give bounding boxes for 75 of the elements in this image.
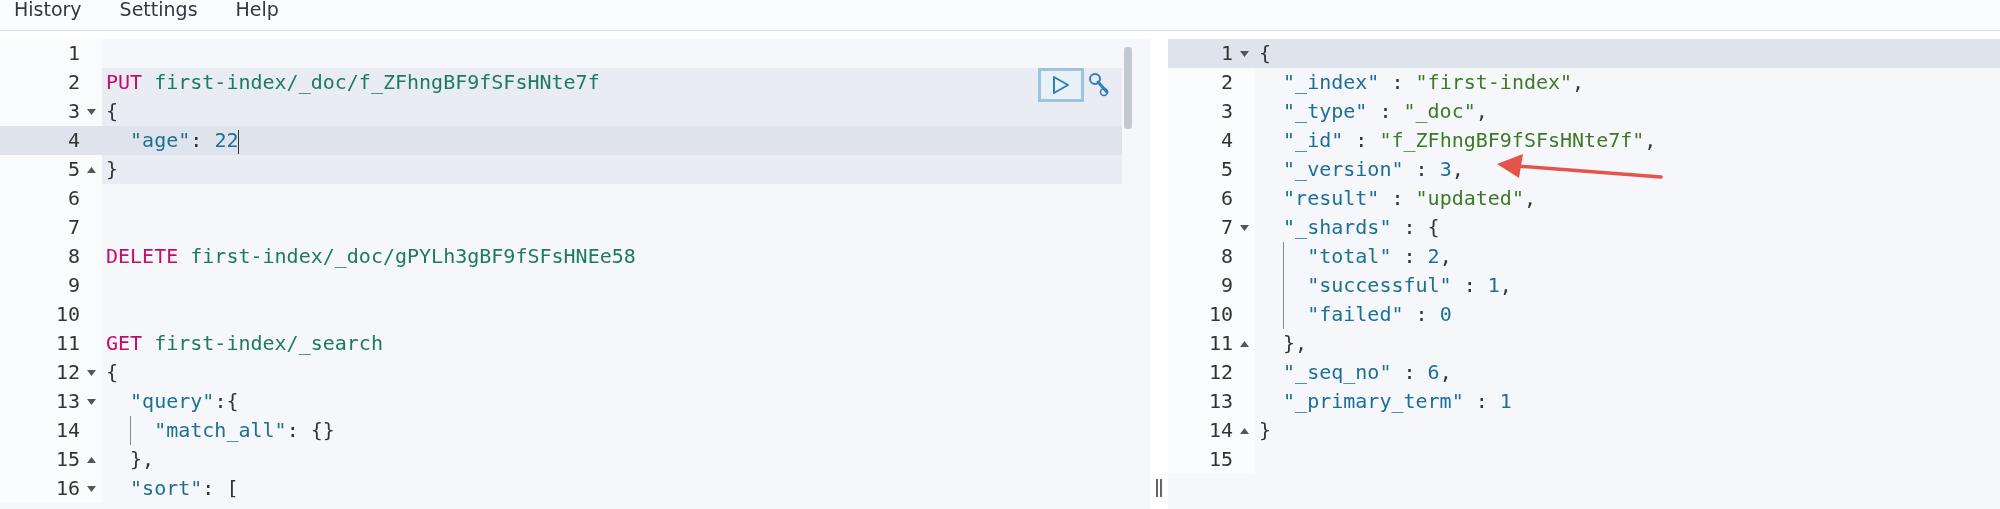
code-line: DELETE first-index/_doc/gPYLh3gBF9fSFsHNEe58 [106,244,636,268]
line-number: 11 [55,330,80,357]
fold-caret-icon[interactable] [86,369,96,376]
code-line: "match_all": {} [153,418,335,442]
line-number: 8 [67,243,80,270]
line-number: 4 [1220,127,1233,154]
line-number: 6 [1220,185,1233,212]
line-number: 1 [1220,40,1233,67]
run-button[interactable] [1038,68,1084,102]
line-number: 7 [1220,214,1233,241]
code-line: PUT first-index/_doc/f_ZFhngBF9fSFsHNte7f [106,70,600,94]
line-number: 16 [55,475,80,502]
line-number: 1 [67,40,80,67]
menu-item[interactable]: Settings [119,0,198,18]
line-number: 13 [55,388,80,415]
fold-caret-icon[interactable] [86,456,96,463]
code-line: { [1259,41,1272,65]
settings-button[interactable] [1088,72,1110,98]
fold-caret-icon[interactable] [1239,224,1249,231]
code-line: "total" : 2, [1306,244,1452,268]
line-number: 6 [67,185,80,212]
line-number: 9 [1220,272,1233,299]
line-number: 15 [1208,446,1233,473]
line-number: 13 [1208,388,1233,415]
line-number: 3 [67,98,80,125]
scrollbar-thumb[interactable] [1124,47,1132,129]
line-number: 12 [55,359,80,386]
resize-handle-icon[interactable] [1155,479,1163,497]
code-line: { [106,99,119,123]
fold-caret-icon[interactable] [86,485,96,492]
line-number: 10 [1208,301,1233,328]
menu-item[interactable]: Help [235,0,279,18]
code-line: "successful" : 1, [1306,273,1512,297]
line-number: 3 [1220,98,1233,125]
code-line: "age": 22 [129,128,240,152]
fold-caret-icon[interactable] [86,166,96,173]
line-number: 8 [1220,243,1233,270]
code-line: }, [129,447,155,471]
code-line: "_id" : "f_ZFhngBF9fSFsHNte7f", [1282,128,1657,152]
fold-caret-icon[interactable] [1239,427,1249,434]
code-line: GET first-index/_search [106,331,383,355]
code-line: } [106,157,119,181]
code-line: "_index" : "first-index", [1282,70,1585,94]
wrench-icon [1088,72,1110,98]
fold-caret-icon[interactable] [86,108,96,115]
line-number: 15 [55,446,80,473]
line-number: 11 [1208,330,1233,357]
code-line: } [1259,418,1272,442]
line-number: 4 [67,127,80,154]
code-line: "_type" : "_doc", [1282,99,1488,123]
code-line: "failed" : 0 [1306,302,1452,326]
line-number: 2 [67,69,80,96]
code-line: "result" : "updated", [1282,186,1536,210]
play-icon [1052,75,1070,95]
line-number: 12 [1208,359,1233,386]
code-line: "_seq_no" : 6, [1282,360,1452,384]
line-number: 14 [1208,417,1233,444]
code-line: "_primary_term" : 1 [1282,389,1512,413]
code-line: "_shards" : { [1282,215,1440,239]
code-line: "_version" : 3, [1282,157,1464,181]
line-number: 2 [1220,69,1233,96]
line-number: 5 [1220,156,1233,183]
code-line: "query":{ [129,389,239,413]
code-line: }, [1282,331,1308,355]
line-number: 7 [67,214,80,241]
line-number: 14 [55,417,80,444]
fold-caret-icon[interactable] [1239,340,1249,347]
line-number: 10 [55,301,80,328]
menu-item[interactable]: History [14,0,82,18]
code-line: "sort": [ [129,476,239,500]
line-number: 9 [67,272,80,299]
fold-caret-icon[interactable] [1239,50,1249,57]
line-number: 5 [67,156,80,183]
code-line: { [106,360,119,384]
fold-caret-icon[interactable] [86,398,96,405]
